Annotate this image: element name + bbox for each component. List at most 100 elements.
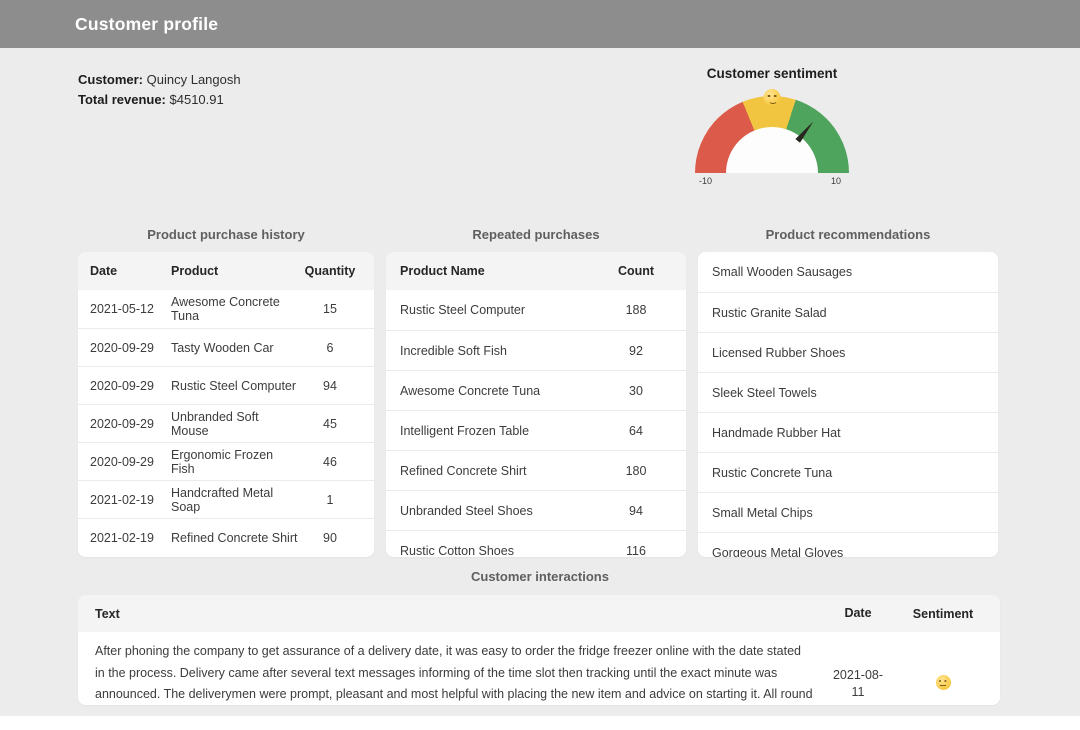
column-header-quantity: Quantity bbox=[298, 264, 362, 278]
recommendation-name: Licensed Rubber Shoes bbox=[712, 346, 984, 360]
interaction-date: 2021-08-11 bbox=[829, 667, 887, 701]
header-bar: Customer profile bbox=[0, 0, 1080, 48]
sentiment-gauge-title: Customer sentiment bbox=[694, 66, 850, 81]
table-row: 2020-09-29 Ergonomic Frozen Fish 46 bbox=[78, 442, 374, 480]
sentiment-gauge: Customer sentiment -10 10 bbox=[694, 66, 850, 188]
column-header-date: Date bbox=[90, 264, 171, 278]
cell-date: 2021-02-19 bbox=[90, 531, 171, 545]
slightly-smiling-face-icon bbox=[764, 89, 781, 106]
table-row: 2020-09-29 Unbranded Soft Mouse 45 bbox=[78, 404, 374, 442]
bottom-strip bbox=[0, 716, 1080, 730]
cell-product: Handcrafted Metal Soap bbox=[171, 486, 298, 514]
recommendation-name: Small Wooden Sausages bbox=[712, 265, 984, 279]
list-item: Small Wooden Sausages bbox=[698, 252, 998, 292]
recommendation-name: Handmade Rubber Hat bbox=[712, 426, 984, 440]
cell-date: 2020-09-29 bbox=[90, 455, 171, 469]
interaction-text: After phoning the company to get assuran… bbox=[95, 641, 813, 705]
list-item: Rustic Concrete Tuna bbox=[698, 452, 998, 492]
cell-product: Ergonomic Frozen Fish bbox=[171, 448, 298, 476]
cell-product: Refined Concrete Shirt bbox=[171, 531, 298, 545]
cell-product: Tasty Wooden Car bbox=[171, 341, 298, 355]
customer-name: Quincy Langosh bbox=[147, 72, 241, 87]
interaction-row: After phoning the company to get assuran… bbox=[78, 632, 1000, 705]
recommendations-body: Small Wooden Sausages Rustic Granite Sal… bbox=[698, 252, 998, 557]
repeated-purchases-table[interactable]: Product Name Count Rustic Steel Computer… bbox=[386, 252, 686, 557]
cell-count: 188 bbox=[600, 303, 672, 317]
cell-product-name: Rustic Steel Computer bbox=[400, 303, 600, 317]
cell-product-name: Incredible Soft Fish bbox=[400, 344, 600, 358]
list-item: Small Metal Chips bbox=[698, 492, 998, 532]
cell-quantity: 6 bbox=[298, 341, 362, 355]
purchase-history-header-row: Date Product Quantity bbox=[78, 252, 374, 290]
cell-date: 2021-05-12 bbox=[90, 302, 171, 316]
cell-quantity: 15 bbox=[298, 302, 362, 316]
customer-label: Customer: bbox=[78, 72, 143, 87]
cell-count: 92 bbox=[600, 344, 672, 358]
cell-product-name: Rustic Cotton Shoes bbox=[400, 544, 600, 558]
list-item: Rustic Granite Salad bbox=[698, 292, 998, 332]
purchase-history-table[interactable]: Date Product Quantity 2021-05-12 Awesome… bbox=[78, 252, 374, 557]
cell-date: 2020-09-29 bbox=[90, 341, 171, 355]
list-item: Sleek Steel Towels bbox=[698, 372, 998, 412]
total-revenue-line: Total revenue: $4510.91 bbox=[78, 90, 241, 110]
cell-count: 116 bbox=[600, 544, 672, 558]
neutral-face-icon bbox=[936, 675, 951, 690]
table-row: 2021-02-19 Refined Concrete Shirt 90 bbox=[78, 518, 374, 556]
customer-info: Customer: Quincy Langosh Total revenue: … bbox=[78, 70, 241, 110]
recommendation-name: Small Metal Chips bbox=[712, 506, 984, 520]
cell-quantity: 1 bbox=[298, 493, 362, 507]
cell-count: 180 bbox=[600, 464, 672, 478]
cell-count: 30 bbox=[600, 384, 672, 398]
customer-name-line: Customer: Quincy Langosh bbox=[78, 70, 241, 90]
cell-quantity: 46 bbox=[298, 455, 362, 469]
column-header-product: Product bbox=[171, 264, 298, 278]
recommendation-name: Gorgeous Metal Gloves bbox=[712, 546, 984, 558]
cell-quantity: 94 bbox=[298, 379, 362, 393]
recommendations-list[interactable]: Small Wooden Sausages Rustic Granite Sal… bbox=[698, 252, 998, 557]
cell-date: 2021-02-19 bbox=[90, 493, 171, 507]
repeated-purchases-header-row: Product Name Count bbox=[386, 252, 686, 290]
recommendation-name: Rustic Concrete Tuna bbox=[712, 466, 984, 480]
sentiment-gauge-arc bbox=[695, 96, 849, 173]
cell-product-name: Unbranded Steel Shoes bbox=[400, 504, 600, 518]
recommendations-title: Product recommendations bbox=[698, 227, 998, 242]
gauge-max-label: 10 bbox=[831, 176, 841, 186]
table-row: Rustic Steel Computer 188 bbox=[386, 290, 686, 330]
gauge-axis-labels: -10 10 bbox=[695, 176, 849, 188]
cell-product-name: Intelligent Frozen Table bbox=[400, 424, 600, 438]
recommendation-name: Rustic Granite Salad bbox=[712, 306, 984, 320]
cell-quantity: 45 bbox=[298, 417, 362, 431]
table-row: Awesome Concrete Tuna 30 bbox=[386, 370, 686, 410]
interaction-sentiment bbox=[903, 675, 983, 693]
table-row: Refined Concrete Shirt 180 bbox=[386, 450, 686, 490]
cell-product: Rustic Steel Computer bbox=[171, 379, 298, 393]
column-header-text: Text bbox=[95, 607, 813, 621]
table-row: 2021-02-19 Handcrafted Metal Soap 1 bbox=[78, 480, 374, 518]
list-item: Gorgeous Metal Gloves bbox=[698, 532, 998, 557]
table-row: 2020-09-29 Tasty Wooden Car 6 bbox=[78, 328, 374, 366]
list-item: Handmade Rubber Hat bbox=[698, 412, 998, 452]
cell-date: 2020-09-29 bbox=[90, 379, 171, 393]
purchase-history-body: 2021-05-12 Awesome Concrete Tuna 15 2020… bbox=[78, 290, 374, 556]
total-revenue-value: $4510.91 bbox=[170, 92, 224, 107]
total-revenue-label: Total revenue: bbox=[78, 92, 166, 107]
cell-product-name: Awesome Concrete Tuna bbox=[400, 384, 600, 398]
table-row: Rustic Cotton Shoes 116 bbox=[386, 530, 686, 557]
gauge-min-label: -10 bbox=[699, 176, 712, 186]
cell-product-name: Refined Concrete Shirt bbox=[400, 464, 600, 478]
interactions-table[interactable]: Text Date Sentiment After phoning the co… bbox=[78, 595, 1000, 705]
cell-quantity: 90 bbox=[298, 531, 362, 545]
table-row: 2020-09-29 Rustic Steel Computer 94 bbox=[78, 366, 374, 404]
recommendation-name: Sleek Steel Towels bbox=[712, 386, 984, 400]
table-row: Unbranded Steel Shoes 94 bbox=[386, 490, 686, 530]
cell-product: Unbranded Soft Mouse bbox=[171, 410, 298, 438]
list-item: Licensed Rubber Shoes bbox=[698, 332, 998, 372]
column-header-count: Count bbox=[600, 264, 672, 278]
column-header-product-name: Product Name bbox=[400, 264, 600, 278]
cell-count: 64 bbox=[600, 424, 672, 438]
table-row: Intelligent Frozen Table 64 bbox=[386, 410, 686, 450]
purchase-history-title: Product purchase history bbox=[78, 227, 374, 242]
repeated-purchases-body: Rustic Steel Computer 188 Incredible Sof… bbox=[386, 290, 686, 557]
table-row: 2021-05-12 Awesome Concrete Tuna 15 bbox=[78, 290, 374, 328]
column-header-date: Date bbox=[829, 605, 887, 622]
